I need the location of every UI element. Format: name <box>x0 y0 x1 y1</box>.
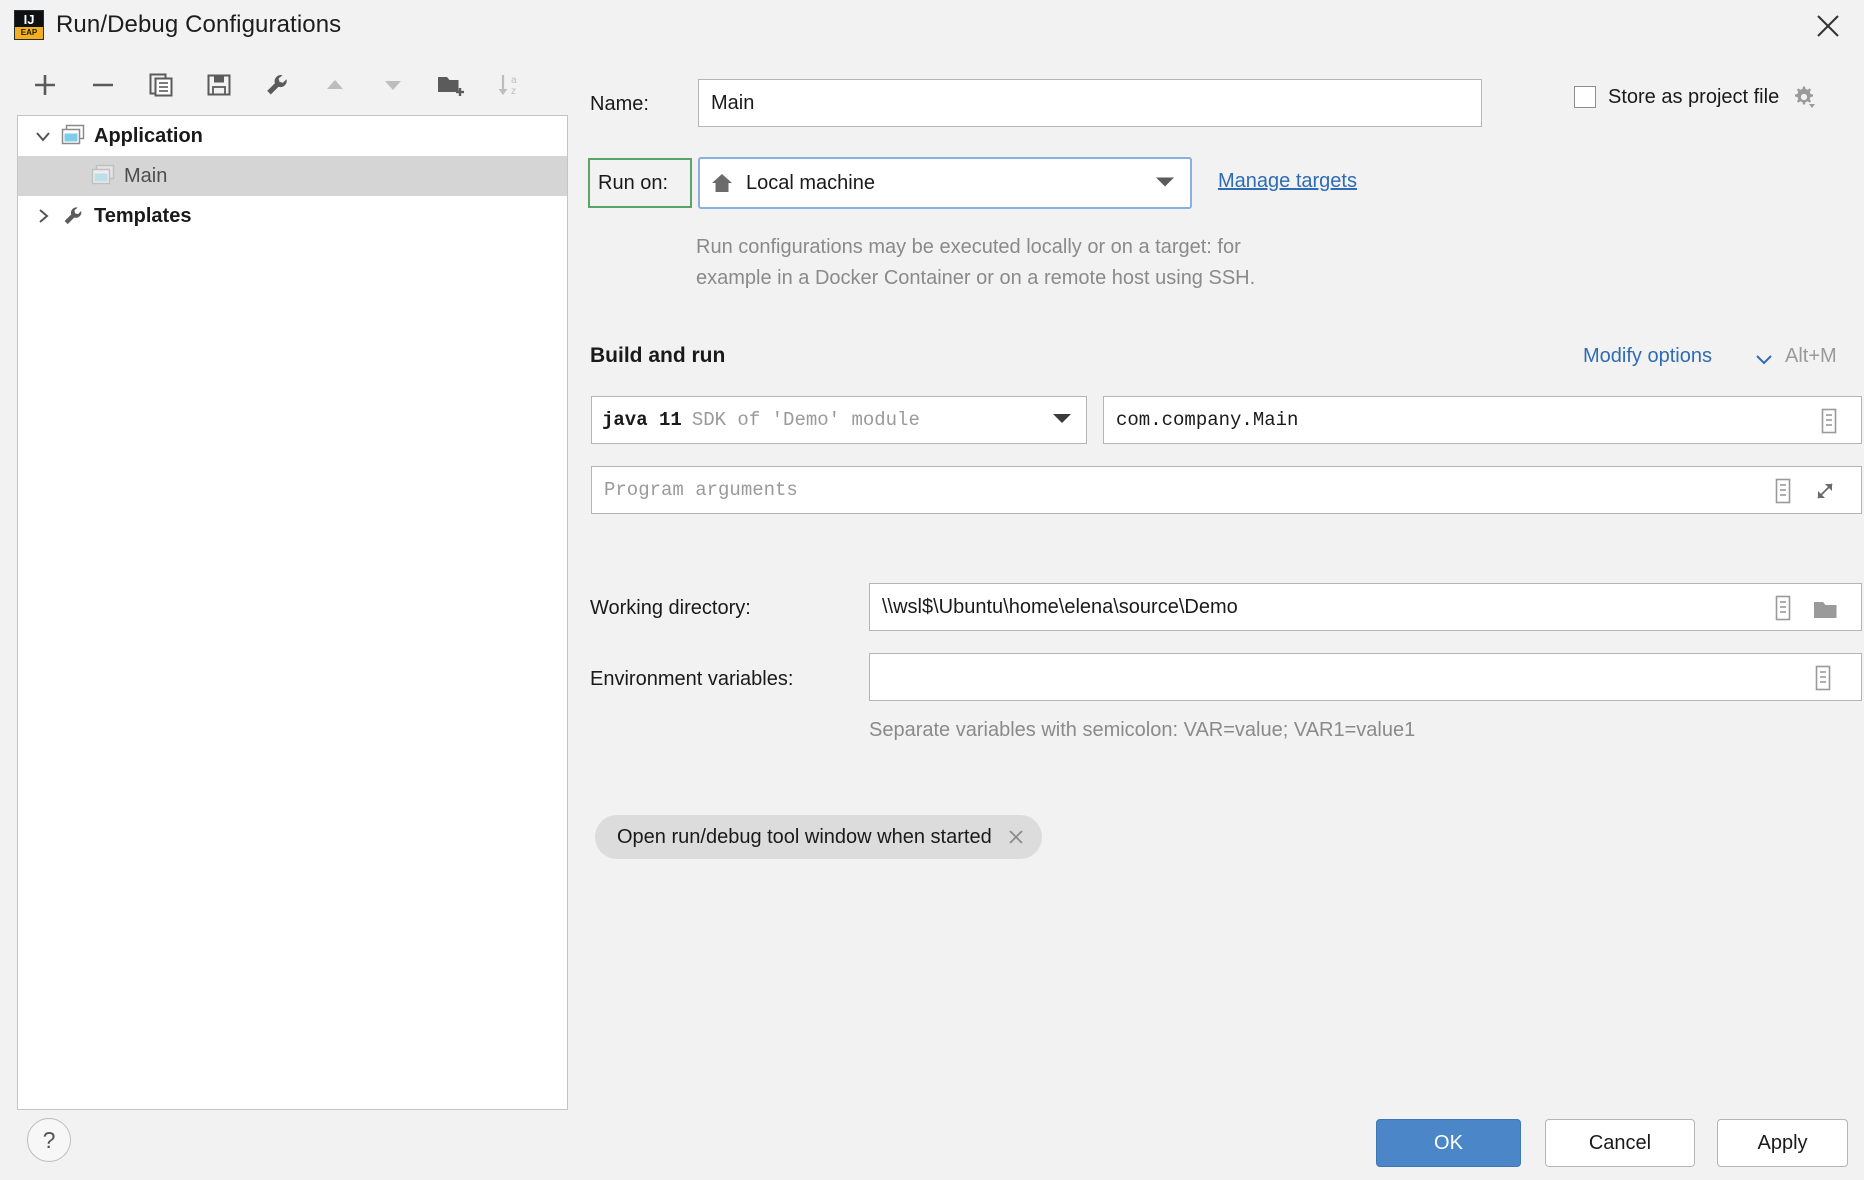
program-arguments-input[interactable]: Program arguments <box>591 466 1862 514</box>
apply-button[interactable]: Apply <box>1717 1119 1848 1167</box>
environment-variables-hint: Separate variables with semicolon: VAR=v… <box>869 719 1416 741</box>
chevron-down-icon[interactable] <box>1052 409 1072 431</box>
run-on-combobox[interactable]: Local machine <box>698 157 1192 209</box>
build-and-run-title: Build and run <box>590 344 726 367</box>
close-icon[interactable] <box>1006 827 1026 847</box>
list-dropdown-icon[interactable] <box>1818 408 1840 439</box>
environment-variables-label: Environment variables: <box>590 668 794 690</box>
configuration-form: Name: Main Store as project file Run on: <box>0 0 1864 1180</box>
jre-value-muted: SDK of 'Demo' module <box>691 409 920 431</box>
jre-combobox[interactable]: java 11 SDK of 'Demo' module <box>591 396 1087 444</box>
ok-button[interactable]: OK <box>1376 1119 1521 1167</box>
run-on-label-text: Run on: <box>598 171 669 194</box>
store-as-project-file-checkbox[interactable] <box>1574 86 1596 108</box>
name-label: Name: <box>590 93 649 115</box>
home-icon <box>710 171 734 195</box>
help-button[interactable]: ? <box>27 1118 71 1162</box>
working-directory-label: Working directory: <box>590 597 751 619</box>
open-tool-window-chip-label: Open run/debug tool window when started <box>617 825 992 848</box>
list-dropdown-icon[interactable] <box>1812 665 1834 696</box>
main-class-input[interactable]: com.company.Main <box>1103 396 1862 444</box>
program-arguments-placeholder: Program arguments <box>604 479 798 501</box>
folder-icon[interactable] <box>1812 598 1840 627</box>
jre-value-strong: java 11 <box>602 409 682 431</box>
list-dropdown-icon[interactable] <box>1772 478 1794 509</box>
run-debug-configurations-dialog: IJ EAP Run/Debug Configurations a z Appl… <box>0 0 1864 1180</box>
cancel-button[interactable]: Cancel <box>1545 1119 1695 1167</box>
modify-options-link[interactable]: Modify options <box>1583 345 1712 368</box>
run-on-label: Run on: <box>588 158 692 208</box>
manage-targets-link[interactable]: Manage targets <box>1218 170 1357 193</box>
chevron-down-icon[interactable] <box>1755 352 1773 370</box>
store-as-project-file-row[interactable]: Store as project file <box>1574 84 1817 110</box>
open-tool-window-chip[interactable]: Open run/debug tool window when started <box>595 815 1042 859</box>
gear-dropdown-icon[interactable] <box>1791 84 1817 110</box>
modify-options-shortcut: Alt+M <box>1785 345 1837 367</box>
store-as-project-file-label: Store as project file <box>1608 85 1780 108</box>
list-dropdown-icon[interactable] <box>1772 595 1794 626</box>
help-button-label: ? <box>42 1126 56 1153</box>
chevron-down-icon[interactable] <box>1154 172 1176 195</box>
expand-diagonal-icon[interactable] <box>1812 478 1838 509</box>
run-on-hint: Run configurations may be executed local… <box>696 236 1256 289</box>
environment-variables-input[interactable] <box>869 653 1862 701</box>
run-on-value: Local machine <box>746 171 875 194</box>
working-directory-input[interactable]: \\wsl$\Ubuntu\home\elena\source\Demo <box>869 583 1862 631</box>
name-input[interactable]: Main <box>698 79 1482 127</box>
